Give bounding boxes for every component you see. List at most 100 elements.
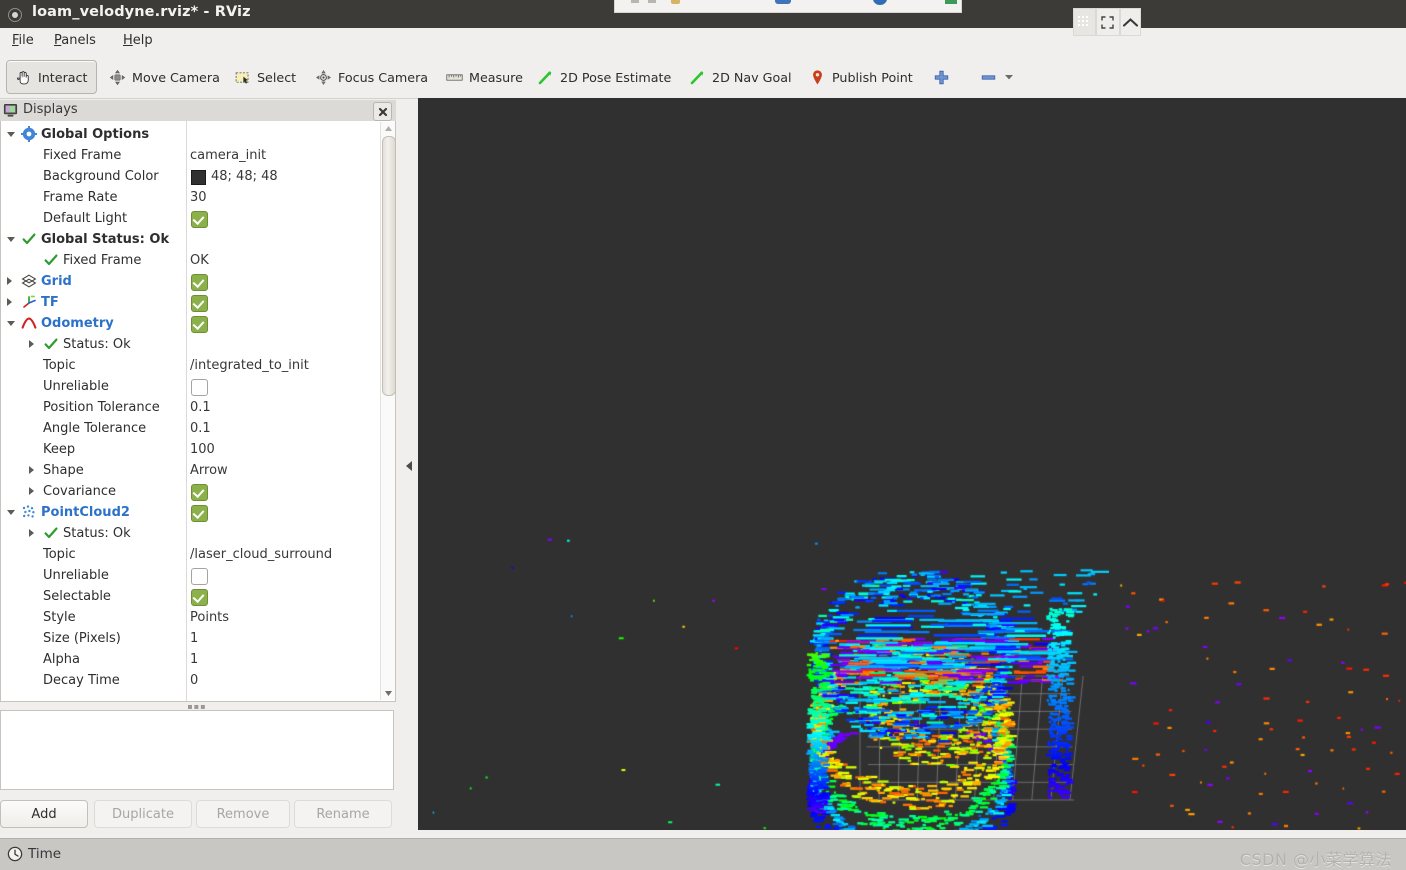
tool-select[interactable]: Select <box>225 60 305 94</box>
tool-2d-nav-goal[interactable]: 2D Nav Goal <box>680 60 801 94</box>
tree-row-value[interactable]: 100 <box>190 442 215 457</box>
tree-row[interactable]: Covariance <box>1 481 385 502</box>
color-swatch[interactable] <box>191 170 206 185</box>
tool-measure[interactable]: Measure <box>437 60 532 94</box>
scroll-down-arrow-icon[interactable] <box>381 687 395 700</box>
check-icon <box>21 231 37 247</box>
menu-file[interactable]: File <box>6 31 40 51</box>
twisty-collapsed-icon[interactable] <box>29 487 34 495</box>
displays-tree[interactable]: Global Options Fixed Frame camera_init Back… <box>0 121 396 702</box>
twisty-expanded-icon[interactable] <box>7 510 15 515</box>
displays-tree-scrollbar[interactable] <box>380 122 396 700</box>
tree-row[interactable]: Odometry <box>1 313 385 334</box>
checkbox-checked[interactable] <box>191 295 208 312</box>
tree-row-label: Global Status: Ok <box>41 232 170 247</box>
grid-view-icon[interactable] <box>1073 8 1097 36</box>
tool-publish-point[interactable]: Publish Point <box>800 60 922 94</box>
checkbox-checked[interactable] <box>191 484 208 501</box>
tree-row-value[interactable]: 1 <box>190 631 198 646</box>
twisty-collapsed-icon[interactable] <box>7 277 12 285</box>
rename-button[interactable]: Rename <box>294 800 392 828</box>
tree-row[interactable]: Decay Time 0 <box>1 670 385 691</box>
tool-focus-camera[interactable]: Focus Camera <box>306 60 437 94</box>
tree-row-value[interactable]: /laser_cloud_surround <box>190 547 332 562</box>
menu-help[interactable]: Help <box>117 31 159 51</box>
tree-row[interactable]: Status: Ok <box>1 523 385 544</box>
tree-row[interactable]: PointCloud2 <box>1 502 385 523</box>
tool-label: Measure <box>469 69 523 85</box>
tree-row[interactable]: Status: Ok <box>1 334 385 355</box>
tool-move-camera[interactable]: Move Camera <box>100 60 229 94</box>
add-button[interactable]: Add <box>0 800 88 828</box>
remove-button[interactable]: Remove <box>196 800 290 828</box>
tree-row-label: Angle Tolerance <box>43 421 147 436</box>
checkbox-checked[interactable] <box>191 316 208 333</box>
tree-row-value[interactable]: 0 <box>190 673 198 688</box>
tree-row[interactable]: Fixed Frame camera_init <box>1 145 385 166</box>
remove-tool-button[interactable] <box>976 60 1001 94</box>
close-icon[interactable] <box>373 102 392 121</box>
checkbox-unchecked[interactable] <box>191 379 208 396</box>
render-view-3d[interactable] <box>418 98 1406 832</box>
checkbox-unchecked[interactable] <box>191 568 208 585</box>
tree-row[interactable]: Size (Pixels) 1 <box>1 628 385 649</box>
tree-row[interactable]: Global Options <box>1 124 385 145</box>
tree-row-label: Global Options <box>41 127 150 142</box>
twisty-collapsed-icon[interactable] <box>29 529 34 537</box>
tree-row-value[interactable]: 0.1 <box>190 400 211 415</box>
tree-row[interactable]: Unreliable <box>1 565 385 586</box>
menu-panels[interactable]: Panels <box>48 31 102 51</box>
tree-row-label: Unreliable <box>43 568 109 583</box>
tree-row-value[interactable]: /integrated_to_init <box>190 358 309 373</box>
tree-row[interactable]: Angle Tolerance 0.1 <box>1 418 385 439</box>
tree-row[interactable]: Alpha 1 <box>1 649 385 670</box>
scrollbar-thumb[interactable] <box>382 136 396 396</box>
tree-row-value[interactable]: Arrow <box>190 463 228 478</box>
twisty-expanded-icon[interactable] <box>7 237 15 242</box>
tree-row[interactable]: Unreliable <box>1 376 385 397</box>
checkbox-checked[interactable] <box>191 274 208 291</box>
twisty-expanded-icon[interactable] <box>7 132 15 137</box>
fullscreen-icon[interactable] <box>1096 8 1120 36</box>
tree-row[interactable]: Grid <box>1 271 385 292</box>
tree-row-value[interactable]: 0.1 <box>190 421 211 436</box>
tree-row-value[interactable]: camera_init <box>190 148 266 163</box>
tree-row-value[interactable]: Points <box>190 610 229 625</box>
tree-row[interactable]: Topic/laser_cloud_surround <box>1 544 385 565</box>
tree-row[interactable]: Fixed Frame OK <box>1 250 385 271</box>
tree-row[interactable]: Topic/integrated_to_init <box>1 355 385 376</box>
add-tool-button[interactable] <box>928 60 955 94</box>
tree-row[interactable]: Global Status: Ok <box>1 229 385 250</box>
tree-row[interactable]: Default Light <box>1 208 385 229</box>
tree-row[interactable]: Background Color 48; 48; 48 <box>1 166 385 187</box>
chevron-up-icon[interactable] <box>1119 8 1141 36</box>
point-cloud-canvas[interactable] <box>418 98 1406 832</box>
tree-row[interactable]: Style Points <box>1 607 385 628</box>
tree-row[interactable]: Selectable <box>1 586 385 607</box>
twisty-collapsed-icon[interactable] <box>29 340 34 348</box>
tool-interact[interactable]: Interact <box>6 60 97 94</box>
twisty-collapsed-icon[interactable] <box>7 298 12 306</box>
tree-row[interactable]: TF <box>1 292 385 313</box>
toolbar-overflow-button[interactable] <box>1000 60 1018 94</box>
tree-row[interactable]: Keep 100 <box>1 439 385 460</box>
tree-row-value[interactable]: 1 <box>190 652 198 667</box>
twisty-expanded-icon[interactable] <box>7 321 15 326</box>
tree-row[interactable]: Shape Arrow <box>1 460 385 481</box>
tree-row-value[interactable]: 30 <box>190 190 207 205</box>
tree-row-value[interactable]: OK <box>190 253 209 268</box>
tree-row-value[interactable]: 48; 48; 48 <box>211 169 278 184</box>
tree-row-label: TF <box>41 295 59 310</box>
tree-row[interactable]: Position Tolerance 0.1 <box>1 397 385 418</box>
checkbox-checked[interactable] <box>191 505 208 522</box>
scroll-up-arrow-icon[interactable] <box>381 122 395 135</box>
tool-2d-pose-estimate[interactable]: 2D Pose Estimate <box>528 60 680 94</box>
collapse-left-icon[interactable] <box>404 458 414 474</box>
check-icon <box>43 525 59 541</box>
duplicate-button[interactable]: Duplicate <box>94 800 192 828</box>
window-menu-icon[interactable] <box>8 8 22 22</box>
tree-row[interactable]: Frame Rate 30 <box>1 187 385 208</box>
twisty-collapsed-icon[interactable] <box>29 466 34 474</box>
checkbox-checked[interactable] <box>191 589 208 606</box>
checkbox-checked[interactable] <box>191 211 208 228</box>
